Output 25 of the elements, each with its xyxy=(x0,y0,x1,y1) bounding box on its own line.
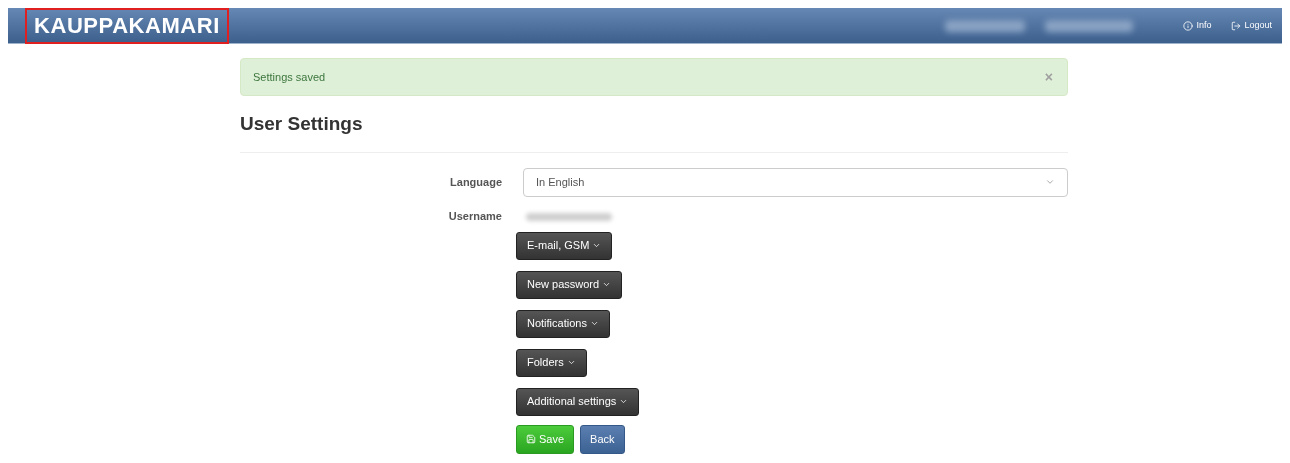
section-toggle-button[interactable]: E-mail, GSM xyxy=(516,231,613,260)
info-icon xyxy=(1183,20,1194,31)
section-toggle-button[interactable]: Additional settings xyxy=(516,387,640,416)
caret-icon xyxy=(602,280,612,289)
field-label: Language xyxy=(449,174,502,190)
logout-icon xyxy=(1231,20,1242,31)
info-link[interactable]: Info xyxy=(1183,18,1212,33)
field-label: Username xyxy=(447,209,502,225)
caret-icon xyxy=(592,241,602,250)
caret-icon xyxy=(589,319,599,328)
brand-logo[interactable]: KAUPPAKAMARI xyxy=(25,7,229,44)
blurred-nav-link[interactable] xyxy=(1045,19,1134,32)
caret-icon xyxy=(1045,177,1055,187)
save-icon xyxy=(526,434,536,444)
caret-icon xyxy=(566,358,576,367)
page-title: User Settings xyxy=(240,112,364,136)
caret-icon xyxy=(619,397,629,406)
logout-link[interactable]: Logout xyxy=(1231,18,1272,33)
blurred-nav-link[interactable] xyxy=(945,19,1026,32)
section-toggle-button[interactable]: Notifications xyxy=(516,309,610,338)
section-toggle-button[interactable]: New password xyxy=(516,270,623,299)
language-select[interactable]: In English xyxy=(523,167,1068,197)
alert-message: Settings saved xyxy=(253,69,326,85)
back-button[interactable]: Back xyxy=(580,424,625,454)
section-toggle-button[interactable]: Folders xyxy=(516,348,587,377)
